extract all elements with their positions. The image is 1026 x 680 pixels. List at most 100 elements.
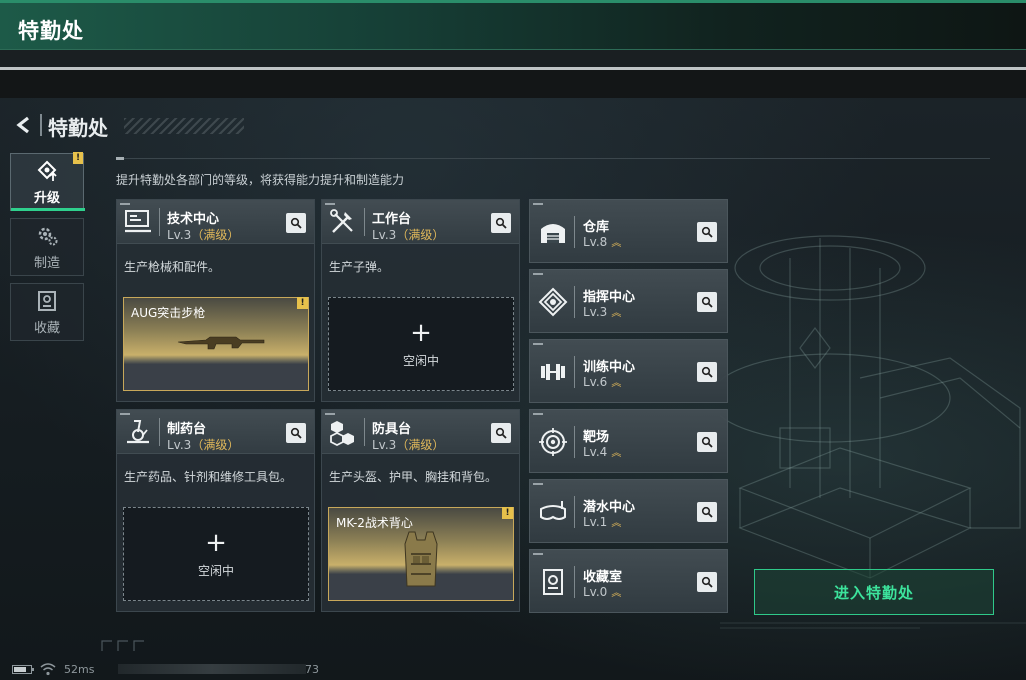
inspect-button[interactable] [697, 572, 717, 592]
wifi-icon [40, 663, 56, 676]
diving-mask-icon [540, 501, 566, 520]
facility-collection-room[interactable]: 收藏室 Lv.0 ︽ [529, 549, 728, 613]
warehouse-icon [541, 224, 565, 243]
search-icon [701, 296, 713, 308]
nav-label: 升级 [33, 190, 60, 206]
facility-separator [574, 286, 575, 318]
search-icon [290, 427, 302, 439]
department-card-pharmacy[interactable]: 制药台 Lv.3（满级） 生产药品、针剂和维修工具包。 + 空闲中 [116, 409, 315, 612]
facility-level: Lv.4 ︽ [583, 445, 622, 459]
battery-icon [12, 665, 34, 674]
facility-name: 收藏室 [583, 570, 623, 585]
department-level: Lv.3（满级） [372, 228, 445, 242]
department-name: 工作台 [372, 212, 412, 227]
inspect-button[interactable] [697, 362, 717, 382]
department-card-armor-bench[interactable]: 防具台 Lv.3（满级） 生产头盔、护甲、胸挂和背包。 MK-2战术背心 ! [321, 409, 520, 612]
inspect-button[interactable] [697, 222, 717, 242]
department-description: 生产药品、针剂和维修工具包。 [124, 470, 293, 484]
facility-shooting-range[interactable]: 靶场 Lv.4 ︽ [529, 409, 728, 473]
upgrade-icon [37, 160, 57, 181]
production-slot-item[interactable]: MK-2战术背心 ! [328, 507, 514, 601]
upgradable-chevron-icon: ︽ [611, 378, 622, 389]
department-description: 生产头盔、护甲、胸挂和背包。 [329, 470, 498, 484]
inspect-button[interactable] [697, 502, 717, 522]
facility-name: 训练中心 [583, 360, 636, 375]
facility-name: 靶场 [583, 430, 610, 445]
notification-badge: ! [297, 297, 308, 309]
header-divider [40, 114, 42, 136]
back-button[interactable] [10, 112, 38, 138]
main-panel: 特勤处 升级 ! 制造 收藏 提升特勤处各部门的等级，将获得能力提升和制造能力 … [0, 98, 1026, 680]
page-header: 特勤处 [10, 110, 250, 140]
card-separator [364, 418, 365, 446]
uid-tail: 73 [305, 663, 319, 676]
monitor-icon [125, 210, 151, 233]
upgradable-chevron-icon: ︽ [611, 518, 622, 529]
facility-name: 潜水中心 [583, 500, 636, 515]
corner-decoration [101, 640, 144, 651]
card-header: 工作台 Lv.3（满级） [322, 200, 519, 244]
nav-tab-craft[interactable]: 制造 [10, 218, 84, 276]
uid-blurred [118, 664, 306, 674]
upgrade-description: 提升特勤处各部门的等级，将获得能力提升和制造能力 [116, 173, 405, 187]
facility-separator [574, 216, 575, 248]
facility-diving-center[interactable]: 潜水中心 Lv.1 ︽ [529, 479, 728, 543]
card-header: 技术中心 Lv.3（满级） [117, 200, 314, 244]
microscope-icon [127, 420, 149, 444]
department-name: 制药台 [167, 422, 207, 437]
window-title: 特勤处 [18, 19, 84, 43]
nav-tab-collection[interactable]: 收藏 [10, 283, 84, 341]
card-separator [364, 208, 365, 236]
target-icon [539, 428, 567, 456]
facility-name: 仓库 [583, 220, 610, 235]
search-icon [701, 506, 713, 518]
inspect-button[interactable] [286, 213, 306, 233]
nav-label: 制造 [33, 255, 60, 271]
item-name: AUG突击步枪 [131, 306, 206, 320]
enter-special-ops-button[interactable]: 进入特勤处 [754, 569, 994, 615]
facility-level: Lv.1 ︽ [583, 515, 622, 529]
upgradable-chevron-icon: ︽ [611, 588, 622, 599]
facility-separator [574, 356, 575, 388]
department-description: 生产子弹。 [329, 260, 390, 274]
armor-blocks-icon [330, 421, 354, 446]
card-header: 制药台 Lv.3（满级） [117, 410, 314, 454]
inspect-button[interactable] [697, 432, 717, 452]
facility-command-center[interactable]: 指挥中心 Lv.3 ︽ [529, 269, 728, 333]
tactical-vest-icon [404, 531, 438, 587]
idle-label: 空闲中 [197, 563, 234, 578]
department-level: Lv.3（满级） [167, 438, 240, 452]
collection-icon [38, 290, 56, 311]
search-icon [495, 217, 507, 229]
tools-icon [330, 209, 353, 233]
search-icon [701, 366, 713, 378]
header-band-lower [0, 70, 1026, 98]
gear-icon [38, 227, 58, 245]
card-header: 防具台 Lv.3（满级） [322, 410, 519, 454]
facility-separator [574, 566, 575, 598]
item-name: MK-2战术背心 [336, 516, 413, 530]
add-icon: + [410, 317, 432, 348]
inspect-button[interactable] [697, 292, 717, 312]
facility-warehouse[interactable]: 仓库 Lv.8 ︽ [529, 199, 728, 263]
command-icon [538, 287, 568, 317]
header-stripes-decoration [124, 118, 244, 134]
search-icon [290, 217, 302, 229]
dumbbell-icon [541, 364, 565, 380]
nav-tab-upgrade[interactable]: 升级 ! [10, 152, 85, 211]
inspect-button[interactable] [491, 213, 511, 233]
facility-training-center[interactable]: 训练中心 Lv.6 ︽ [529, 339, 728, 403]
header-band [0, 50, 1026, 68]
production-slot-empty[interactable]: + 空闲中 [328, 297, 514, 391]
page-title: 特勤处 [48, 116, 108, 140]
inspect-button[interactable] [286, 423, 306, 443]
vault-icon [543, 569, 563, 595]
department-card-workbench[interactable]: 工作台 Lv.3（满级） 生产子弹。 + 空闲中 [321, 199, 520, 402]
department-card-tech-center[interactable]: 技术中心 Lv.3（满级） 生产枪械和配件。 AUG突击步枪 ! [116, 199, 315, 402]
production-slot-empty[interactable]: + 空闲中 [123, 507, 309, 601]
department-name: 技术中心 [167, 212, 220, 227]
rifle-icon [177, 336, 265, 350]
production-slot-item[interactable]: AUG突击步枪 ! [123, 297, 309, 391]
inspect-button[interactable] [491, 423, 511, 443]
facility-separator [574, 426, 575, 458]
